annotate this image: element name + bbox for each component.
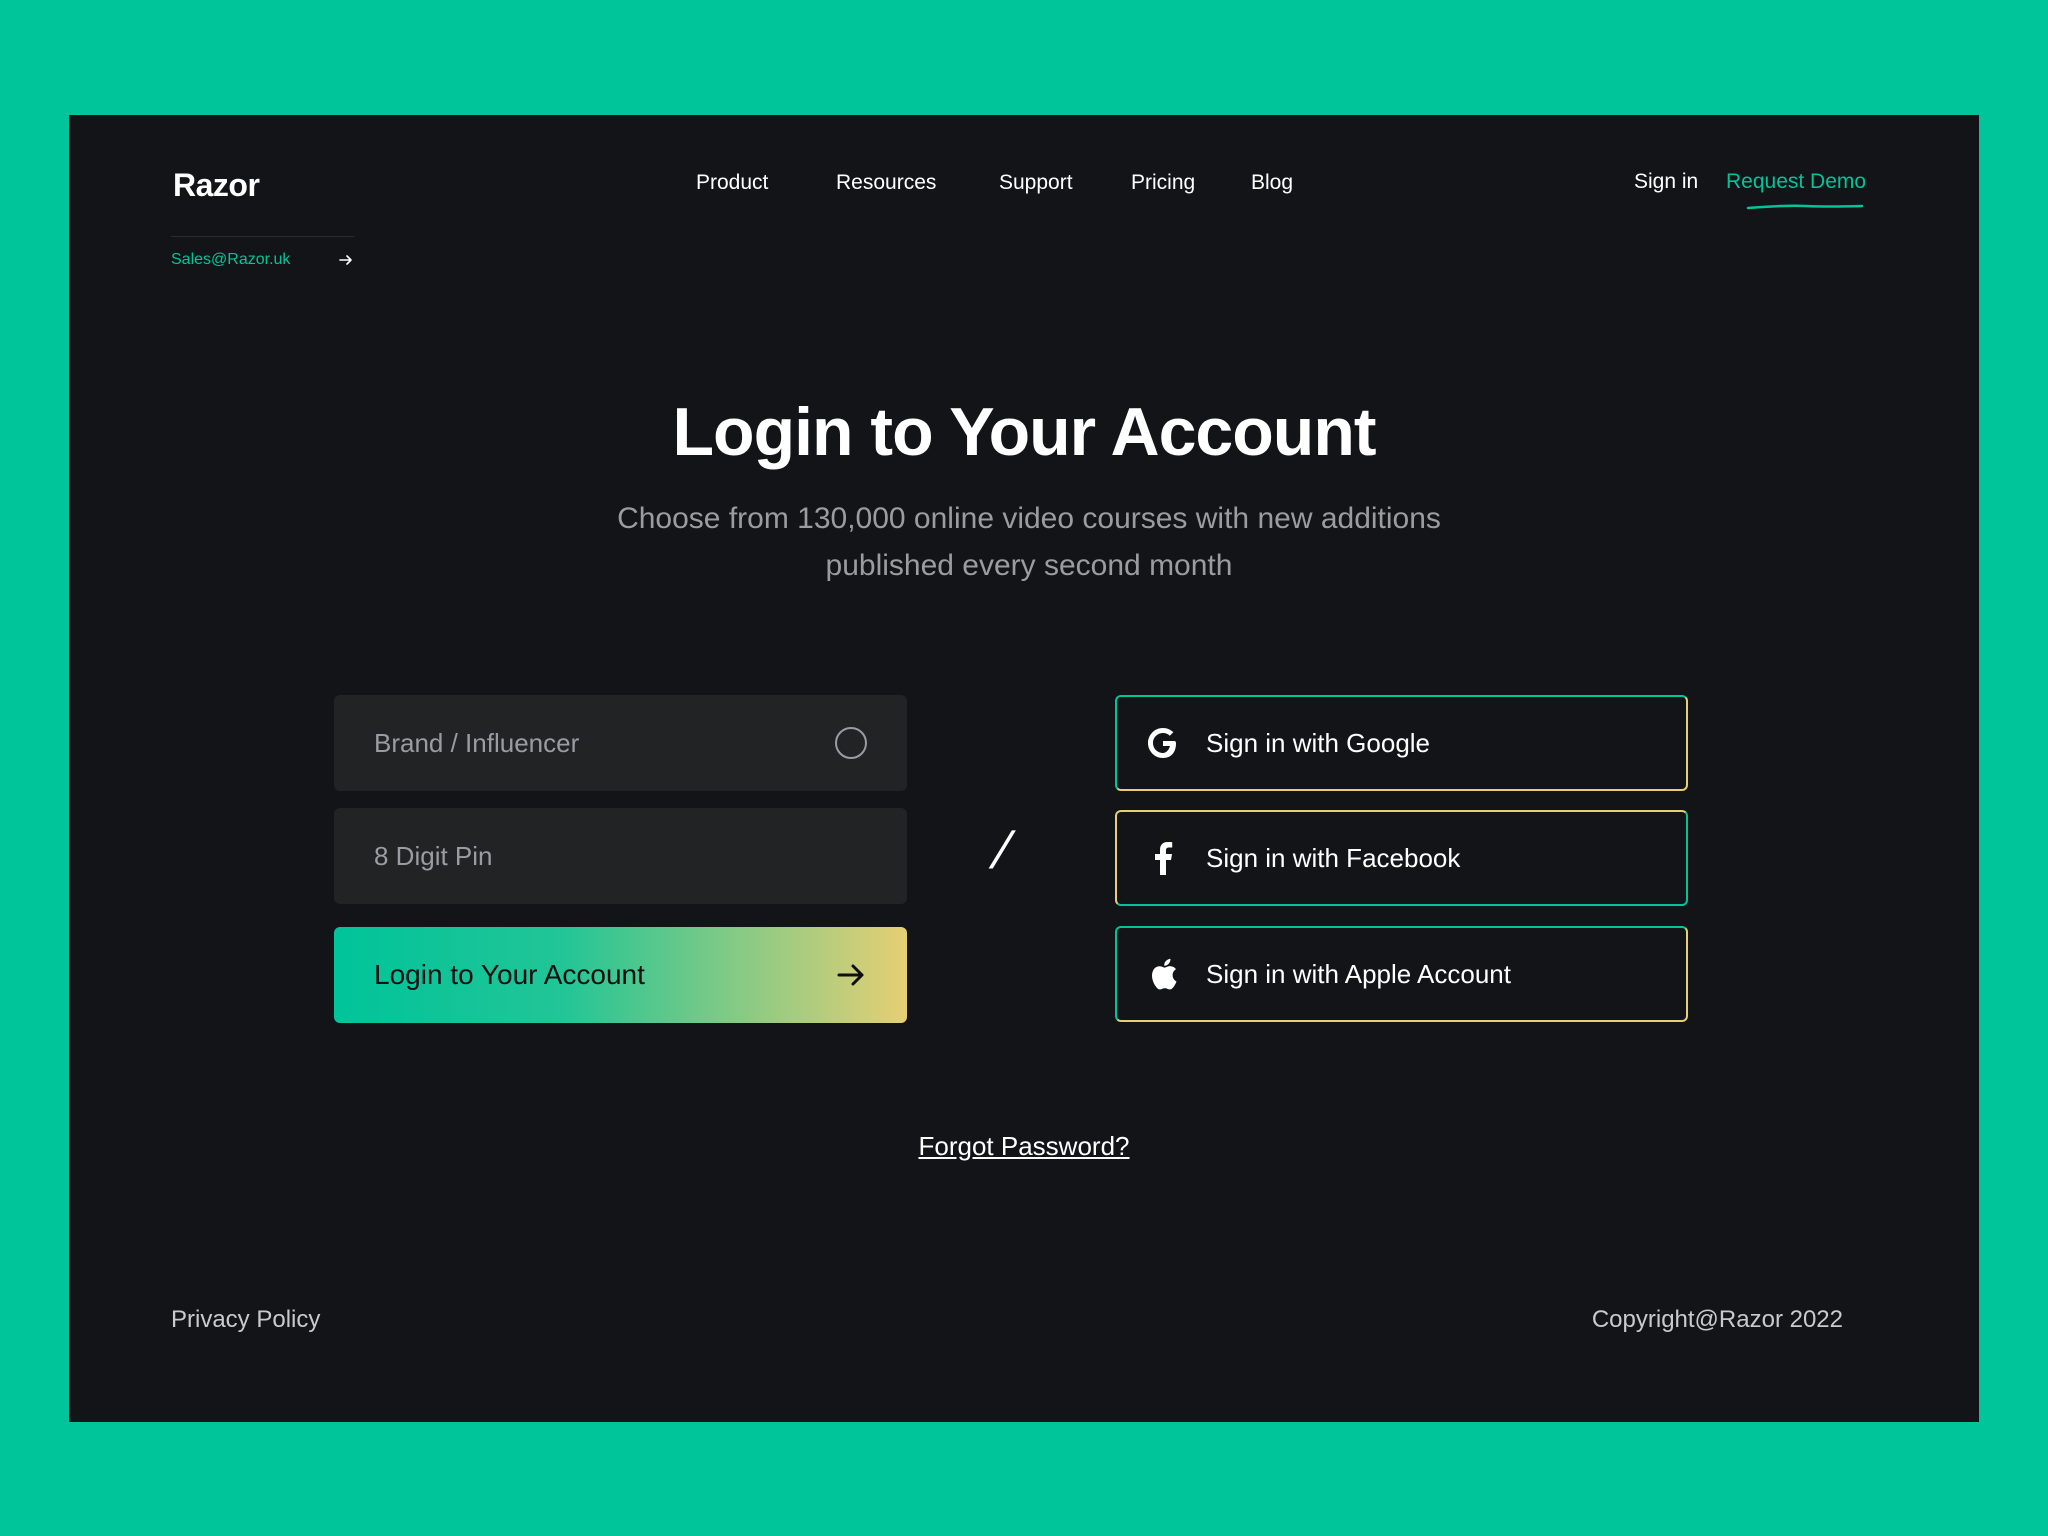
radio-circle-icon[interactable] [835,727,867,759]
login-button[interactable]: Login to Your Account [334,927,907,1023]
account-type-select[interactable]: Brand / Influencer [334,695,907,791]
facebook-signin-button[interactable]: Sign in with Facebook [1115,810,1688,906]
login-button-label: Login to Your Account [374,959,645,990]
google-signin-label: Sign in with Google [1206,727,1431,758]
pin-input[interactable]: 8 Digit Pin [334,808,907,904]
forgot-password-link[interactable]: Forgot Password? [69,1131,1979,1162]
nav-item-pricing[interactable]: Pricing [1131,171,1195,195]
nav-item-support[interactable]: Support [999,171,1073,195]
arrow-right-icon [339,255,352,265]
sign-in-link[interactable]: Sign in [1634,170,1698,194]
facebook-signin-label: Sign in with Facebook [1206,842,1461,873]
nav-item-resources[interactable]: Resources [836,171,936,195]
account-type-placeholder: Brand / Influencer [374,727,580,758]
sales-contact[interactable]: Sales@Razor.uk [171,236,354,269]
privacy-policy-link[interactable]: Privacy Policy [171,1306,320,1334]
demo-underline-stroke [1746,204,1864,210]
or-divider: / [989,822,1013,880]
apple-signin-button[interactable]: Sign in with Apple Account [1115,926,1688,1022]
nav-item-product[interactable]: Product [696,171,768,195]
request-demo-link[interactable]: Request Demo [1726,170,1866,194]
google-signin-button[interactable]: Sign in with Google [1115,695,1688,791]
google-icon [1145,725,1181,761]
login-page: Razor Sales@Razor.uk Product Resources S… [69,115,1979,1422]
copyright-text: Copyright@Razor 2022 [1591,1306,1843,1333]
pin-placeholder: 8 Digit Pin [374,840,493,871]
apple-icon [1145,956,1181,992]
page-title: Login to Your Account [672,394,1377,470]
apple-signin-label: Sign in with Apple Account [1206,958,1511,989]
arrow-right-icon [837,964,864,986]
facebook-icon [1145,840,1181,876]
nav-item-blog[interactable]: Blog [1251,171,1293,195]
page-subtitle: Choose from 130,000 online video courses… [617,502,1441,582]
sales-email-link[interactable]: Sales@Razor.uk [171,251,290,269]
